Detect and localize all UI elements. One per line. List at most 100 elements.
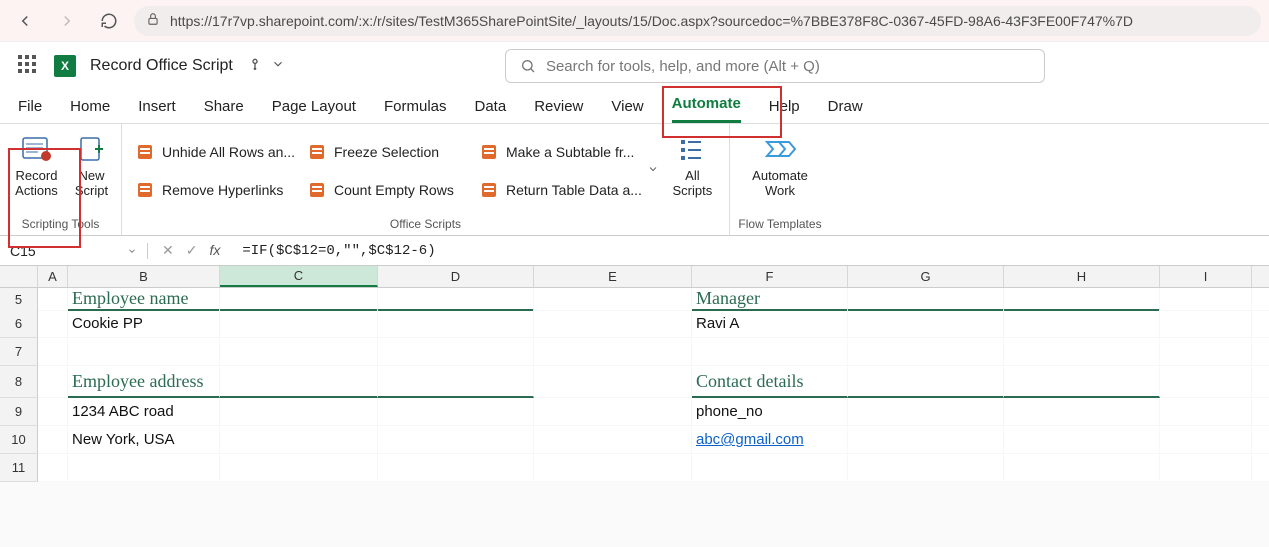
tab-share[interactable]: Share — [204, 98, 244, 123]
fx-icon[interactable]: fx — [209, 242, 220, 259]
cell-emp-name-hdr[interactable]: Employee name — [68, 288, 220, 311]
tab-review[interactable]: Review — [534, 98, 583, 123]
cell[interactable] — [378, 310, 534, 338]
cell[interactable] — [848, 366, 1004, 398]
cell[interactable] — [1004, 426, 1160, 454]
app-launcher-icon[interactable] — [18, 55, 40, 77]
cell[interactable] — [1004, 398, 1160, 426]
tab-file[interactable]: File — [18, 98, 42, 123]
col-header-C[interactable]: C — [220, 266, 378, 287]
cell[interactable] — [220, 398, 378, 426]
row-header-9[interactable]: 9 — [0, 398, 38, 426]
cell[interactable] — [1160, 398, 1252, 426]
tab-home[interactable]: Home — [70, 98, 110, 123]
cell[interactable] — [68, 338, 220, 366]
cell-manager-hdr[interactable]: Manager — [692, 288, 848, 311]
cell[interactable] — [378, 426, 534, 454]
cell[interactable] — [1252, 426, 1269, 454]
cell[interactable] — [38, 338, 68, 366]
row-header-11[interactable]: 11 — [0, 454, 38, 482]
cell[interactable] — [220, 366, 378, 398]
cell-addr-2[interactable]: New York, USA — [68, 426, 220, 454]
tab-page-layout[interactable]: Page Layout — [272, 98, 356, 123]
scripts-gallery-expand[interactable] — [644, 130, 662, 208]
cell[interactable] — [1252, 366, 1269, 398]
script-count-empty-rows[interactable]: Count Empty Rows — [302, 172, 472, 208]
cell[interactable] — [378, 288, 534, 311]
reload-button[interactable] — [92, 4, 126, 38]
cell[interactable] — [220, 338, 378, 366]
script-return-table-data[interactable]: Return Table Data a... — [474, 172, 644, 208]
cell[interactable] — [848, 338, 1004, 366]
chevron-down-icon[interactable] — [271, 57, 285, 76]
script-freeze-selection[interactable]: Freeze Selection — [302, 134, 472, 170]
cell[interactable] — [1004, 310, 1160, 338]
cell[interactable] — [848, 398, 1004, 426]
all-scripts-button[interactable]: All Scripts — [662, 130, 723, 208]
cell[interactable] — [1160, 366, 1252, 398]
script-make-subtable[interactable]: Make a Subtable fr... — [474, 134, 644, 170]
cell[interactable] — [1252, 338, 1269, 366]
cell-manager[interactable]: Ravi A — [692, 310, 848, 338]
new-script-button[interactable]: New Script — [68, 130, 116, 198]
tab-automate[interactable]: Automate — [672, 95, 741, 123]
cell-email[interactable]: abc@gmail.com — [692, 426, 848, 454]
cell[interactable] — [378, 366, 534, 398]
cell[interactable] — [1004, 454, 1160, 482]
cell[interactable] — [378, 454, 534, 482]
cell-phone[interactable]: phone_no — [692, 398, 848, 426]
cell[interactable] — [1160, 288, 1252, 311]
cell[interactable] — [1252, 288, 1269, 311]
cell-contact-hdr[interactable]: Contact details — [692, 366, 848, 398]
cell[interactable] — [378, 338, 534, 366]
document-title[interactable]: Record Office Script — [90, 57, 233, 75]
row-header-6[interactable]: 6 — [0, 310, 38, 338]
cell[interactable] — [1004, 338, 1160, 366]
cell[interactable] — [848, 310, 1004, 338]
tab-help[interactable]: Help — [769, 98, 800, 123]
cell[interactable] — [68, 454, 220, 482]
script-unhide-rows[interactable]: Unhide All Rows an... — [130, 134, 300, 170]
cell[interactable] — [1004, 288, 1160, 311]
cell[interactable] — [220, 426, 378, 454]
col-header-H[interactable]: H — [1004, 266, 1160, 287]
cell[interactable] — [220, 288, 378, 311]
select-all-corner[interactable] — [0, 266, 38, 287]
col-header-I[interactable]: I — [1160, 266, 1252, 287]
forward-button[interactable] — [50, 4, 84, 38]
cell[interactable] — [848, 288, 1004, 311]
cell[interactable] — [220, 454, 378, 482]
tab-draw[interactable]: Draw — [828, 98, 863, 123]
cell[interactable] — [534, 338, 692, 366]
col-header-F[interactable]: F — [692, 266, 848, 287]
cell-emp-name[interactable]: Cookie PP — [68, 310, 220, 338]
cell-addr-1[interactable]: 1234 ABC road — [68, 398, 220, 426]
cell[interactable] — [38, 366, 68, 398]
tab-data[interactable]: Data — [475, 98, 507, 123]
cell[interactable] — [534, 288, 692, 311]
cell[interactable] — [38, 310, 68, 338]
col-header-B[interactable]: B — [68, 266, 220, 287]
cell[interactable] — [1160, 310, 1252, 338]
row-header-8[interactable]: 8 — [0, 366, 38, 398]
script-remove-hyperlinks[interactable]: Remove Hyperlinks — [130, 172, 300, 208]
cell[interactable] — [220, 310, 378, 338]
col-header-G[interactable]: G — [848, 266, 1004, 287]
col-header-A[interactable]: A — [38, 266, 68, 287]
cell[interactable] — [534, 454, 692, 482]
row-header-7[interactable]: 7 — [0, 338, 38, 366]
tab-formulas[interactable]: Formulas — [384, 98, 447, 123]
cell[interactable] — [534, 310, 692, 338]
spreadsheet-grid[interactable]: A B C D E F G H I J 5 Employee name Mana… — [0, 266, 1269, 482]
cell[interactable] — [38, 398, 68, 426]
cell[interactable] — [38, 288, 68, 311]
name-box[interactable]: C15 — [0, 243, 148, 259]
cell[interactable] — [534, 426, 692, 454]
cell[interactable] — [38, 454, 68, 482]
cell[interactable] — [378, 398, 534, 426]
row-header-5[interactable]: 5 — [0, 288, 38, 311]
cancel-formula-icon[interactable]: ✕ — [162, 242, 174, 259]
cell[interactable] — [1252, 398, 1269, 426]
search-input[interactable]: Search for tools, help, and more (Alt + … — [505, 49, 1045, 83]
cell[interactable] — [534, 366, 692, 398]
